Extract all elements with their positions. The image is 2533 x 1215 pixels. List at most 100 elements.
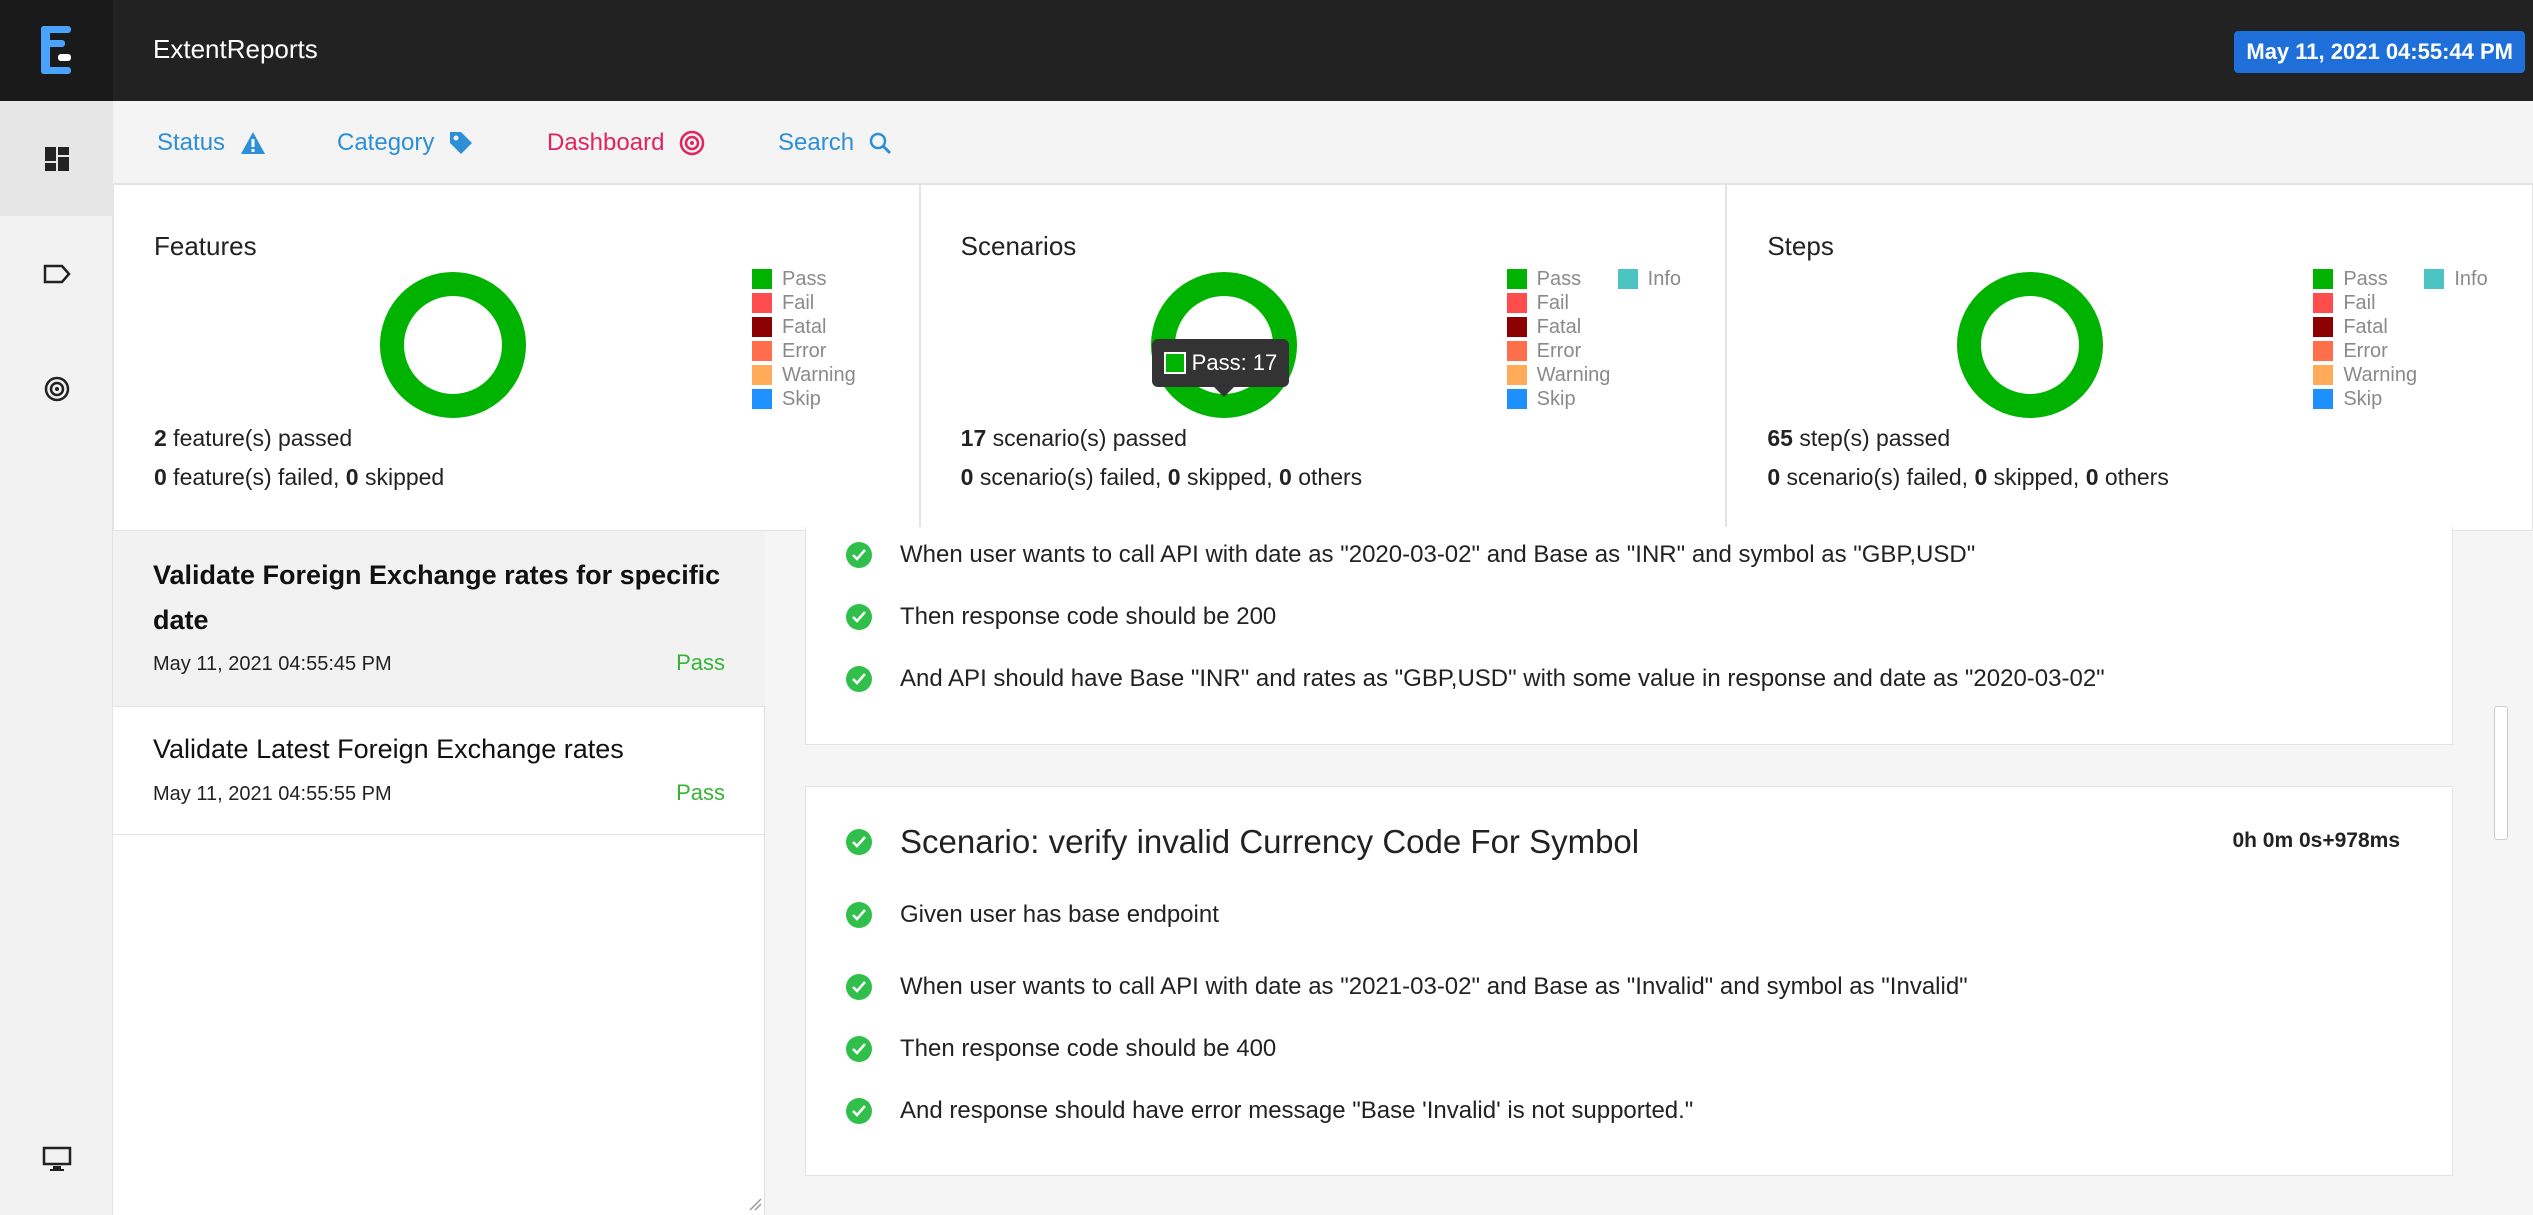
chart-tooltip: Pass: 17 xyxy=(1151,339,1290,397)
features-failed-summary: 0 feature(s) failed, 0 skipped xyxy=(154,464,445,490)
legend-error[interactable]: Error xyxy=(1506,339,1611,363)
sidebar-item-dashboard[interactable] xyxy=(0,101,113,216)
features-passed-summary: 2 feature(s) passed xyxy=(154,425,353,451)
check-circle-icon xyxy=(846,1036,872,1062)
report-date-badge: May 11, 2021 04:55:44 PM xyxy=(2234,31,2525,73)
legend-fail[interactable]: Fail xyxy=(752,291,856,315)
chart-legend: Pass Fail Fatal Error Warning Skip xyxy=(1506,267,1611,411)
scenario-panel: Scenario: verify invalid Currency Code F… xyxy=(805,786,2453,1176)
stats-cards: Features Pass Fail Fatal Error Warning S… xyxy=(113,184,2533,531)
status-badge: Pass xyxy=(676,650,725,675)
test-title: Validate Latest Foreign Exchange rates xyxy=(153,734,624,764)
check-circle-icon xyxy=(846,1098,872,1124)
legend-pass[interactable]: Pass xyxy=(2313,267,2417,291)
nav-status[interactable]: Status xyxy=(157,129,267,157)
nav-search[interactable]: Search xyxy=(778,129,892,157)
features-card: Features Pass Fail Fatal Error Warning S… xyxy=(113,184,920,531)
list-item[interactable]: Validate Foreign Exchange rates for spec… xyxy=(113,531,765,707)
step-row: When user wants to call API with date as… xyxy=(846,541,1975,569)
legend-warning[interactable]: Warning xyxy=(752,363,856,387)
card-title: Scenarios xyxy=(960,231,1077,261)
scenario-panel: When user wants to call API with date as… xyxy=(805,527,2453,745)
legend-fatal[interactable]: Fatal xyxy=(752,315,856,339)
tag-icon xyxy=(43,264,71,283)
legend-fatal[interactable]: Fatal xyxy=(1506,315,1611,339)
resize-handle-icon[interactable] xyxy=(746,1195,762,1211)
search-icon xyxy=(869,132,892,155)
chart-legend-extra: Info xyxy=(2424,267,2488,291)
warning-icon xyxy=(241,132,266,154)
legend-pass[interactable]: Pass xyxy=(1506,267,1611,291)
scenario-header[interactable]: Scenario: verify invalid Currency Code F… xyxy=(846,823,1639,861)
legend-pass[interactable]: Pass xyxy=(752,267,856,291)
check-circle-icon xyxy=(846,902,872,928)
legend-fatal[interactable]: Fatal xyxy=(2313,315,2417,339)
scenarios-failed-summary: 0 scenario(s) failed, 0 skipped, 0 other… xyxy=(960,464,1363,490)
nav-category-label: Category xyxy=(337,129,435,156)
logo[interactable] xyxy=(0,0,113,101)
monitor-icon xyxy=(42,1146,71,1171)
test-date: May 11, 2021 04:55:45 PM xyxy=(153,653,392,675)
nav-status-label: Status xyxy=(157,129,226,156)
steps-card: Steps Pass Fail Fatal Error Warning Skip… xyxy=(1726,184,2533,531)
extent-logo-icon xyxy=(40,25,71,74)
dashboard-icon xyxy=(44,146,69,171)
check-circle-icon xyxy=(846,666,872,692)
nav-search-label: Search xyxy=(778,129,855,156)
nav-category[interactable]: Category xyxy=(337,129,474,157)
check-circle-icon xyxy=(846,829,872,855)
nav-dashboard[interactable]: Dashboard xyxy=(547,129,706,157)
step-row: And response should have error message "… xyxy=(846,1097,1693,1125)
nav-bar: Status Category Dashboard Search xyxy=(113,101,2533,184)
card-title: Features xyxy=(154,231,257,261)
status-badge: Pass xyxy=(676,780,725,805)
chart-legend-extra: Info xyxy=(1617,267,1681,291)
scenarios-passed-summary: 17 scenario(s) passed xyxy=(960,425,1187,451)
legend-info[interactable]: Info xyxy=(1617,267,1681,291)
card-title: Steps xyxy=(1767,231,1834,261)
check-circle-icon xyxy=(846,604,872,630)
step-row: Then response code should be 200 xyxy=(846,603,1276,631)
scrollbar-thumb[interactable] xyxy=(2494,706,2508,840)
legend-skip[interactable]: Skip xyxy=(752,387,856,411)
target-icon xyxy=(44,376,69,401)
legend-warning[interactable]: Warning xyxy=(1506,363,1610,387)
test-title: Validate Foreign Exchange rates for spec… xyxy=(153,560,721,635)
legend-error[interactable]: Error xyxy=(752,339,856,363)
test-date: May 11, 2021 04:55:55 PM xyxy=(153,783,392,805)
legend-error[interactable]: Error xyxy=(2313,339,2417,363)
step-row: Then response code should be 400 xyxy=(846,1035,1276,1063)
features-donut-chart[interactable] xyxy=(380,272,526,418)
steps-failed-summary: 0 scenario(s) failed, 0 skipped, 0 other… xyxy=(1767,464,2169,490)
list-item[interactable]: Validate Latest Foreign Exchange rates M… xyxy=(113,707,765,835)
sidebar-item-tags[interactable] xyxy=(0,216,113,331)
steps-passed-summary: 65 step(s) passed xyxy=(1767,425,1951,451)
step-row: When user wants to call API with date as… xyxy=(846,973,1968,1001)
top-bar: ExtentReports May 11, 2021 04:55:44 PM xyxy=(0,0,2533,101)
test-detail: When user wants to call API with date as… xyxy=(765,527,2533,1215)
legend-fail[interactable]: Fail xyxy=(1506,291,1611,315)
tag-icon xyxy=(450,132,473,154)
legend-fail[interactable]: Fail xyxy=(2313,291,2417,315)
legend-skip[interactable]: Skip xyxy=(1506,387,1611,411)
legend-warning[interactable]: Warning xyxy=(2313,363,2417,387)
legend-info[interactable]: Info xyxy=(2424,267,2488,291)
nav-dashboard-label: Dashboard xyxy=(547,129,665,156)
chart-legend: Pass Fail Fatal Error Warning Skip xyxy=(2313,267,2417,411)
scenarios-card: Scenarios Pass: 17 Pass Fail Fatal Error… xyxy=(919,184,1727,531)
step-row: And API should have Base "INR" and rates… xyxy=(846,665,2105,693)
scenario-duration: 0h 0m 0s+978ms xyxy=(2232,829,2400,852)
sidebar-item-environment[interactable] xyxy=(0,1101,113,1215)
target-icon xyxy=(680,130,705,156)
sidebar-item-dashboard-target[interactable] xyxy=(0,331,113,446)
steps-donut-chart[interactable] xyxy=(1957,272,2104,418)
check-circle-icon xyxy=(846,974,872,1000)
check-circle-icon xyxy=(846,542,872,568)
step-row: Given user has base endpoint xyxy=(846,901,1219,929)
scenario-title: Scenario: verify invalid Currency Code F… xyxy=(900,823,1640,860)
sidebar xyxy=(0,101,113,1215)
legend-skip[interactable]: Skip xyxy=(2313,387,2417,411)
test-list: Validate Foreign Exchange rates for spec… xyxy=(113,531,765,1215)
chart-legend: Pass Fail Fatal Error Warning Skip xyxy=(752,267,856,411)
app-title: ExtentReports xyxy=(153,34,318,64)
